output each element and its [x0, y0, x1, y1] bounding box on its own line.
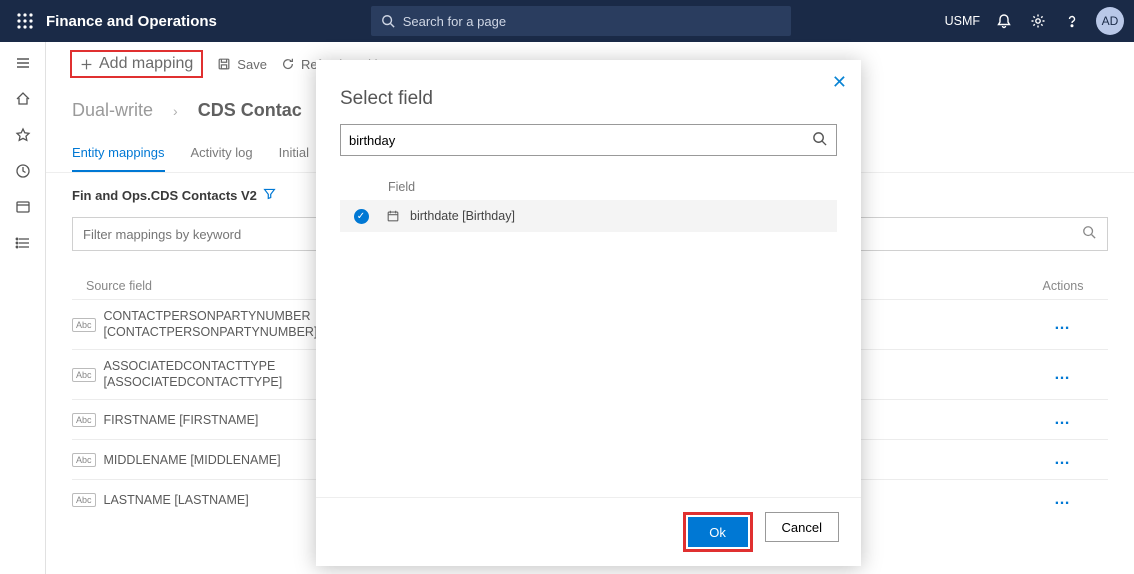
- entity-title: Fin and Ops.CDS Contacts V2: [72, 188, 257, 203]
- field-result-label: birthdate [Birthday]: [410, 209, 515, 223]
- company-label[interactable]: USMF: [945, 14, 980, 28]
- search-icon[interactable]: [812, 131, 827, 151]
- search-icon[interactable]: [1082, 225, 1096, 244]
- app-title: Finance and Operations: [46, 13, 217, 30]
- breadcrumb-current: CDS Contac: [198, 100, 302, 121]
- select-field-dialog: ✕ Select field Field ✓ birthdate [Birthd…: [316, 60, 861, 566]
- row-actions-button[interactable]: …: [1018, 451, 1108, 469]
- type-badge: Abc: [72, 493, 96, 507]
- topbar: Finance and Operations Search for a page…: [0, 0, 1134, 42]
- add-mapping-button[interactable]: Add mapping: [70, 50, 203, 78]
- type-badge: Abc: [72, 318, 96, 332]
- clock-icon[interactable]: [14, 162, 32, 180]
- bell-icon[interactable]: [994, 11, 1014, 31]
- add-mapping-label: Add mapping: [99, 55, 193, 73]
- module-icon[interactable]: [14, 198, 32, 216]
- tab-initial[interactable]: Initial: [279, 145, 309, 172]
- global-search-placeholder: Search for a page: [403, 14, 506, 29]
- check-icon: ✓: [340, 209, 382, 224]
- field-result-row[interactable]: ✓ birthdate [Birthday]: [340, 200, 837, 232]
- help-icon[interactable]: [1062, 11, 1082, 31]
- dialog-column-header: Field: [316, 156, 861, 200]
- save-label: Save: [237, 57, 267, 72]
- row-actions-button[interactable]: …: [1018, 316, 1108, 334]
- row-actions-button[interactable]: …: [1018, 411, 1108, 429]
- gear-icon[interactable]: [1028, 11, 1048, 31]
- list-icon[interactable]: [14, 234, 32, 252]
- tab-entity-mappings[interactable]: Entity mappings: [72, 145, 165, 172]
- global-search-input[interactable]: Search for a page: [371, 6, 791, 36]
- ok-button[interactable]: Ok: [688, 517, 748, 547]
- breadcrumb-root[interactable]: Dual-write: [72, 100, 153, 121]
- hamburger-icon[interactable]: [14, 54, 32, 72]
- type-badge: Abc: [72, 453, 96, 467]
- avatar[interactable]: AD: [1096, 7, 1124, 35]
- row-actions-button[interactable]: …: [1018, 366, 1108, 384]
- row-actions-button[interactable]: …: [1018, 491, 1108, 509]
- dialog-title: Select field: [316, 60, 861, 124]
- left-rail: [0, 42, 46, 574]
- tab-activity-log[interactable]: Activity log: [191, 145, 253, 172]
- field-search-input[interactable]: [340, 124, 837, 156]
- type-badge: Abc: [72, 368, 96, 382]
- close-icon[interactable]: ✕: [832, 72, 847, 93]
- waffle-icon[interactable]: [10, 13, 40, 29]
- type-badge: Abc: [72, 413, 96, 427]
- calendar-icon: [382, 209, 404, 223]
- chevron-right-icon: ›: [173, 103, 178, 119]
- save-button[interactable]: Save: [217, 57, 267, 72]
- filter-icon[interactable]: [263, 187, 276, 203]
- star-icon[interactable]: [14, 126, 32, 144]
- home-icon[interactable]: [14, 90, 32, 108]
- cancel-button[interactable]: Cancel: [765, 512, 839, 542]
- col-actions: Actions: [1018, 279, 1108, 293]
- dialog-footer: Ok Cancel: [316, 497, 861, 566]
